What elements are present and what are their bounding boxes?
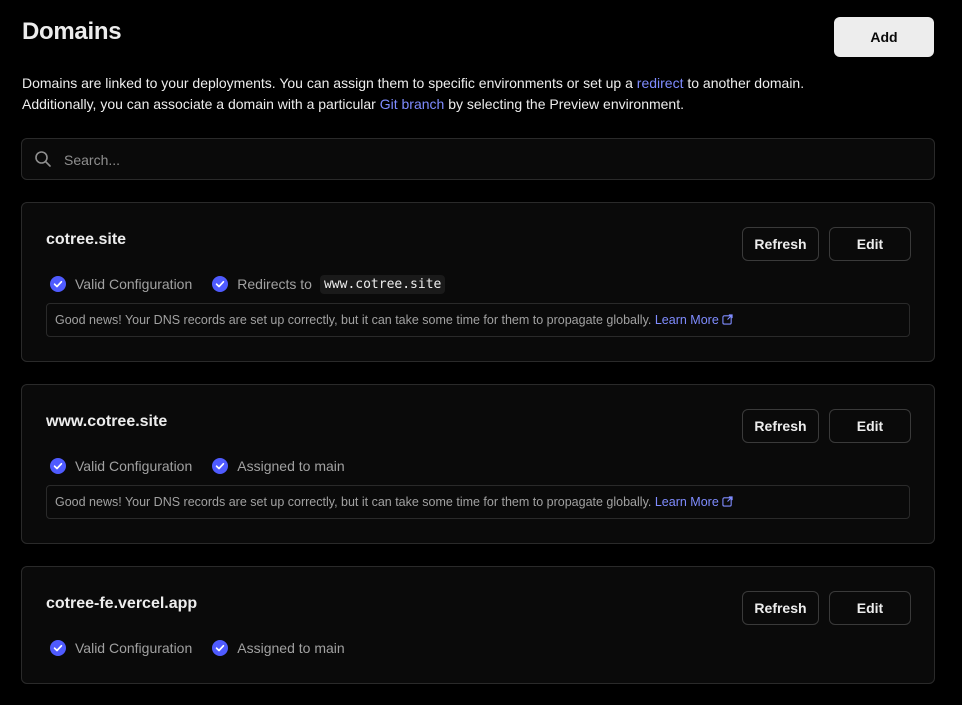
- check-circle-icon: [212, 458, 229, 474]
- status-row: Valid Configuration Redirects to www.cot…: [50, 274, 465, 294]
- status-assigned: Assigned to main: [212, 640, 345, 656]
- check-circle-icon: [212, 276, 229, 292]
- refresh-button[interactable]: Refresh: [742, 409, 819, 443]
- search-input[interactable]: [62, 139, 926, 181]
- add-domain-button[interactable]: Add: [834, 17, 934, 57]
- domain-name: cotree.site: [46, 231, 127, 248]
- status-valid: Valid Configuration: [50, 640, 192, 656]
- edit-button[interactable]: Edit: [829, 227, 911, 261]
- status-row: Valid Configuration Assigned to main: [50, 456, 365, 476]
- refresh-button[interactable]: Refresh: [742, 227, 819, 261]
- page-title: Domains: [22, 18, 122, 45]
- learn-more-link[interactable]: Learn More: [655, 313, 733, 327]
- redirect-target: www.cotree.site: [319, 274, 446, 294]
- edit-button[interactable]: Edit: [829, 591, 911, 625]
- dns-notice: Good news! Your DNS records are set up c…: [46, 303, 910, 337]
- search-bar: [21, 138, 935, 181]
- status-valid: Valid Configuration: [50, 458, 192, 474]
- status-row: Valid Configuration Assigned to main: [50, 638, 365, 658]
- status-valid: Valid Configuration: [50, 276, 192, 292]
- domain-card: cotree.site Refresh Edit Valid Configura…: [21, 202, 935, 362]
- refresh-button[interactable]: Refresh: [742, 591, 819, 625]
- check-circle-icon: [50, 276, 66, 292]
- domain-card: www.cotree.site Refresh Edit Valid Confi…: [21, 384, 935, 544]
- search-icon: [35, 151, 51, 167]
- intro-text: Domains are linked to your deployments. …: [22, 75, 805, 112]
- dns-notice: Good news! Your DNS records are set up c…: [46, 485, 910, 519]
- status-assigned: Assigned to main: [212, 458, 345, 474]
- learn-more-link[interactable]: Learn More: [655, 495, 733, 509]
- edit-button[interactable]: Edit: [829, 409, 911, 443]
- external-link-icon: [722, 496, 733, 507]
- status-redirect: Redirects to www.cotree.site: [212, 274, 446, 294]
- check-circle-icon: [50, 458, 66, 474]
- domain-name: cotree-fe.vercel.app: [46, 595, 198, 612]
- external-link-icon: [722, 314, 733, 325]
- domain-name: www.cotree.site: [46, 413, 168, 430]
- git-branch-link[interactable]: Git branch: [380, 96, 445, 112]
- domain-card: cotree-fe.vercel.app Refresh Edit Valid …: [21, 566, 935, 684]
- check-circle-icon: [212, 640, 229, 656]
- check-circle-icon: [50, 640, 66, 656]
- redirect-link[interactable]: redirect: [637, 75, 684, 91]
